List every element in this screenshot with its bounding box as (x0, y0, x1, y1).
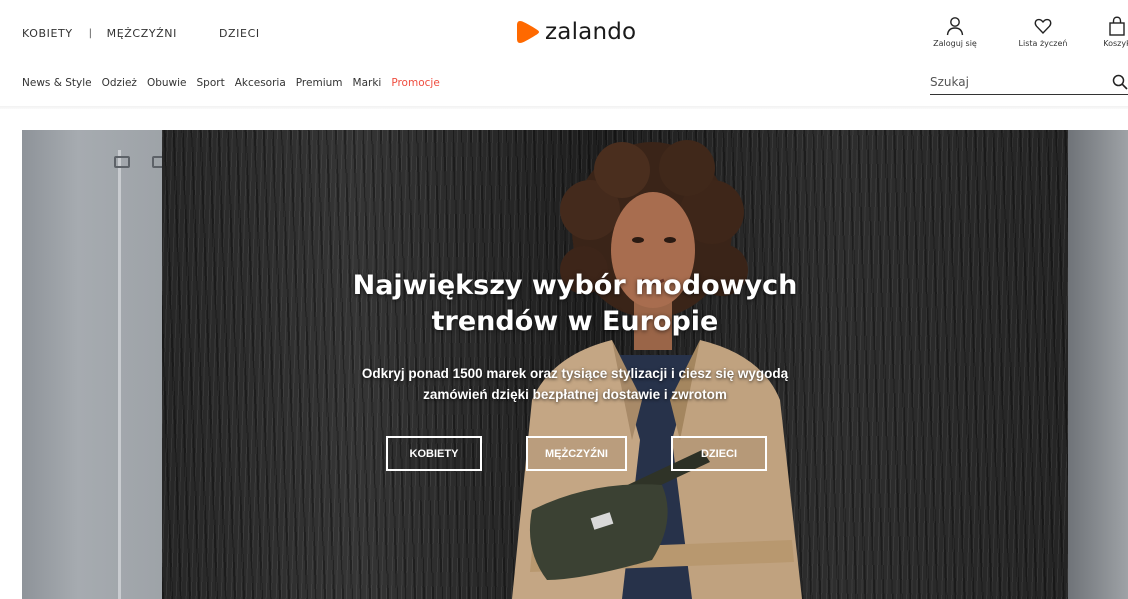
category-accessories[interactable]: Akcesoria (235, 77, 286, 89)
user-icon (946, 17, 964, 36)
heart-icon (1034, 18, 1052, 35)
site-header: KOBIETY | MĘŻCZYŹNI DZIECI zalando Zalog… (0, 0, 1128, 109)
category-nav: News & Style Odzież Obuwie Sport Akcesor… (22, 77, 450, 89)
nav-women-link[interactable]: KOBIETY (22, 27, 73, 40)
shop-women-button[interactable]: KOBIETY (386, 436, 482, 471)
hero-hook (114, 156, 130, 168)
user-actions: Zaloguj się Lista życzeń Koszyk (920, 16, 1128, 62)
login-label: Zaloguj się (933, 39, 977, 48)
search-input[interactable] (930, 72, 1100, 92)
wishlist-label: Lista życzeń (1018, 39, 1068, 48)
hero-pole (118, 150, 121, 599)
zalando-logo[interactable]: zalando (517, 18, 636, 46)
login-button[interactable]: Zaloguj się (926, 16, 984, 48)
hero-wall-right (1068, 130, 1128, 599)
cart-button[interactable]: Koszyk (1092, 16, 1128, 48)
hero-wall (22, 130, 162, 599)
logo-icon (517, 21, 539, 43)
category-promotions[interactable]: Promocje (391, 77, 439, 89)
wishlist-button[interactable]: Lista życzeń (1008, 16, 1078, 48)
category-news-style[interactable]: News & Style (22, 77, 92, 89)
cart-label: Koszyk (1103, 39, 1128, 48)
search-bar (930, 72, 1128, 95)
header-divider (0, 106, 1128, 109)
category-premium[interactable]: Premium (296, 77, 343, 89)
nav-men-link[interactable]: MĘŻCZYŹNI (107, 27, 177, 40)
category-brands[interactable]: Marki (353, 77, 382, 89)
category-clothing[interactable]: Odzież (102, 77, 137, 89)
nav-separator: | (88, 28, 93, 39)
search-icon[interactable] (1112, 74, 1128, 90)
gender-nav: KOBIETY | MĘŻCZYŹNI DZIECI (22, 27, 260, 40)
hero-banner (22, 130, 1128, 599)
hero-model-image (512, 140, 802, 599)
shop-men-button[interactable]: MĘŻCZYŹNI (526, 436, 627, 471)
nav-kids-link[interactable]: DZIECI (219, 27, 260, 40)
logo-text: zalando (545, 19, 637, 45)
bag-icon (1109, 16, 1125, 36)
category-shoes[interactable]: Obuwie (147, 77, 187, 89)
shop-kids-button[interactable]: DZIECI (671, 436, 767, 471)
category-sport[interactable]: Sport (197, 77, 225, 89)
